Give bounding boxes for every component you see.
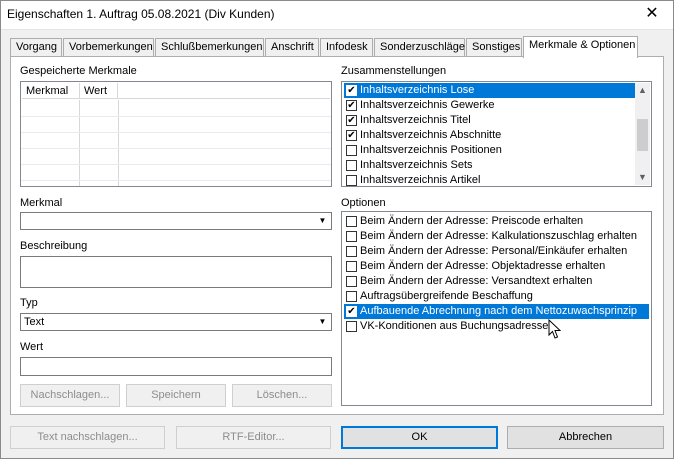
list-item-label: Beim Ändern der Adresse: Versandtext erh… (360, 275, 593, 287)
checkbox-checked[interactable]: ✔ (346, 306, 357, 317)
list-item[interactable]: Beim Ändern der Adresse: Kalkulationszus… (344, 229, 637, 244)
checkbox-unchecked[interactable] (346, 261, 357, 272)
list-item-label: Inhaltsverzeichnis Abschnitte (360, 129, 502, 141)
list-item[interactable]: VK-Konditionen aus Buchungsadresse (344, 319, 548, 334)
chevron-down-icon[interactable]: ▼ (315, 315, 330, 329)
rtf-editor-button[interactable]: RTF-Editor... (176, 426, 331, 449)
list-item-label: Beim Ändern der Adresse: Preiscode erhal… (360, 215, 584, 227)
checkbox-unchecked[interactable] (346, 231, 357, 242)
window-title: Eigenschaften 1. Auftrag 05.08.2021 (Div… (7, 7, 275, 21)
list-item[interactable]: Inhaltsverzeichnis Positionen (344, 143, 502, 158)
list-item-label: Inhaltsverzeichnis Artikel (360, 174, 481, 186)
checkbox-unchecked[interactable] (346, 276, 357, 287)
list-item-label: Inhaltsverzeichnis Gewerke (360, 99, 495, 111)
list-item[interactable]: Beim Ändern der Adresse: Objektadresse e… (344, 259, 605, 274)
grid-header-wert[interactable]: Wert (80, 83, 118, 99)
checkbox-unchecked[interactable] (346, 160, 357, 171)
list-item-label: Beim Ändern der Adresse: Personal/Einkäu… (360, 245, 628, 257)
typ-label: Typ (20, 297, 38, 309)
list-item[interactable]: Beim Ändern der Adresse: Versandtext erh… (344, 274, 592, 289)
list-item-label: Inhaltsverzeichnis Sets (360, 159, 473, 171)
grid-header: Merkmal Wert (22, 83, 330, 99)
list-item-label: Auftragsübergreifende Beschaffung (360, 290, 533, 302)
speichern-button[interactable]: Speichern (126, 384, 226, 407)
list-item-label: Beim Ändern der Adresse: Objektadresse e… (360, 260, 606, 272)
chevron-down-icon[interactable]: ▼ (315, 214, 330, 228)
checkbox-checked[interactable]: ✔ (346, 100, 357, 111)
list-item-label: VK-Konditionen aus Buchungsadresse (360, 320, 549, 332)
tab-vorbemerkungen[interactable]: Vorbemerkungen (63, 38, 154, 57)
checkbox-unchecked[interactable] (346, 145, 357, 156)
list-item-label: Beim Ändern der Adresse: Kalkulationszus… (360, 230, 637, 242)
tab-sonstiges[interactable]: Sonstiges (466, 38, 522, 57)
list-item[interactable]: Inhaltsverzeichnis Sets (344, 158, 473, 173)
tab-anschrift[interactable]: Anschrift (265, 38, 319, 57)
list-item[interactable]: ✔ Aufbauende Abrechnung nach dem Nettozu… (344, 304, 649, 319)
merkmal-label: Merkmal (20, 197, 63, 209)
close-icon[interactable]: ✕ (642, 4, 662, 24)
list-item[interactable]: Inhaltsverzeichnis Artikel (344, 173, 480, 188)
checkbox-unchecked[interactable] (346, 175, 357, 186)
list-item[interactable]: Beim Ändern der Adresse: Preiscode erhal… (344, 214, 583, 229)
tab-merkmale-optionen[interactable]: Merkmale & Optionen (523, 36, 638, 58)
list-item-label: Inhaltsverzeichnis Positionen (360, 144, 502, 156)
wert-field[interactable] (20, 357, 332, 376)
merkmal-combo[interactable]: ▼ (20, 212, 332, 230)
tab-sonderzuschlaege[interactable]: Sonderzuschläge (374, 38, 465, 57)
list-item-label: Inhaltsverzeichnis Lose (360, 84, 475, 96)
typ-combo[interactable]: Text ▼ (20, 313, 332, 331)
optionen-label: Optionen (341, 197, 386, 209)
zusammenstellungen-list[interactable]: ✔ Inhaltsverzeichnis Lose ✔ Inhaltsverze… (341, 81, 652, 187)
grid-row-line (21, 148, 331, 149)
scroll-down-icon[interactable]: ▼ (635, 170, 650, 185)
grid-row-line (21, 180, 331, 181)
list-item[interactable]: Beim Ändern der Adresse: Personal/Einkäu… (344, 244, 627, 259)
checkbox-checked[interactable]: ✔ (346, 85, 357, 96)
checkbox-checked[interactable]: ✔ (346, 130, 357, 141)
scrollbar-thumb[interactable] (637, 119, 648, 151)
checkbox-unchecked[interactable] (346, 216, 357, 227)
checkbox-unchecked[interactable] (346, 291, 357, 302)
list-item-label: Inhaltsverzeichnis Titel (360, 114, 471, 126)
zusammenstellungen-label: Zusammenstellungen (341, 65, 447, 77)
tab-schlussbemerkungen[interactable]: Schlußbemerkungen (155, 38, 264, 57)
tab-infodesk[interactable]: Infodesk (320, 38, 373, 57)
list-item[interactable]: ✔ Inhaltsverzeichnis Titel (344, 113, 471, 128)
list-item[interactable]: ✔ Inhaltsverzeichnis Gewerke (344, 98, 495, 113)
wert-label: Wert (20, 341, 44, 353)
saved-features-grid[interactable]: Merkmal Wert (20, 81, 332, 187)
grid-divider (79, 100, 80, 186)
saved-features-label: Gespeicherte Merkmale (20, 65, 137, 77)
checkbox-checked[interactable]: ✔ (346, 115, 357, 126)
loeschen-button[interactable]: Löschen... (232, 384, 332, 407)
nachschlagen-button[interactable]: Nachschlagen... (20, 384, 120, 407)
list-item[interactable]: Auftragsübergreifende Beschaffung (344, 289, 533, 304)
mouse-pointer-icon (548, 319, 561, 339)
beschreibung-label: Beschreibung (20, 240, 88, 252)
checkbox-unchecked[interactable] (346, 321, 357, 332)
grid-divider (118, 100, 119, 186)
title-bar: Eigenschaften 1. Auftrag 05.08.2021 (Div… (0, 0, 674, 30)
list-item-label: Aufbauende Abrechnung nach dem Nettozuwa… (360, 305, 638, 317)
grid-row-line (21, 132, 331, 133)
scroll-up-icon[interactable]: ▲ (635, 83, 650, 98)
list-item[interactable]: ✔ Inhaltsverzeichnis Lose (344, 83, 635, 98)
beschreibung-field[interactable] (20, 256, 332, 288)
typ-combo-value: Text (24, 316, 45, 328)
grid-row-line (21, 164, 331, 165)
checkbox-unchecked[interactable] (346, 246, 357, 257)
ok-button[interactable]: OK (341, 426, 498, 449)
list-item[interactable]: ✔ Inhaltsverzeichnis Abschnitte (344, 128, 501, 143)
grid-row-line (21, 116, 331, 117)
cancel-button[interactable]: Abbrechen (507, 426, 664, 449)
text-nachschlagen-button[interactable]: Text nachschlagen... (10, 426, 165, 449)
vertical-scrollbar[interactable]: ▲ ▼ (635, 83, 650, 185)
optionen-list[interactable]: Beim Ändern der Adresse: Preiscode erhal… (341, 211, 652, 406)
tab-vorgang[interactable]: Vorgang (10, 38, 62, 57)
grid-header-merkmal[interactable]: Merkmal (22, 83, 80, 99)
